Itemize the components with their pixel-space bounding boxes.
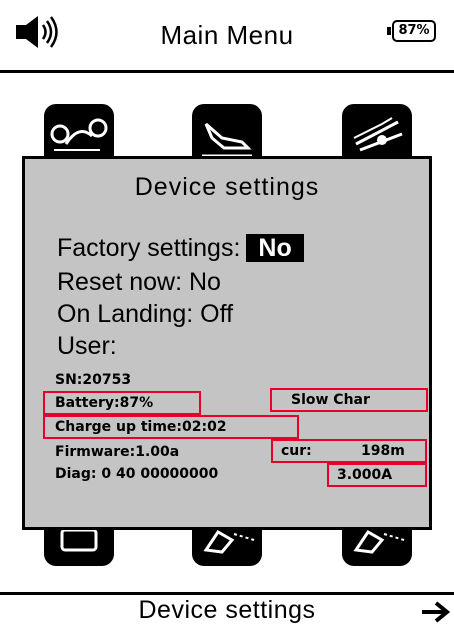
- amperage-value: 3.000A: [337, 467, 393, 483]
- battery-tip: [387, 27, 391, 35]
- user-row[interactable]: User:: [57, 331, 117, 361]
- battery-indicator: 87%: [387, 20, 444, 46]
- battery-level: 87%: [392, 20, 436, 42]
- diagnostics: Diag: 0 40 00000000: [55, 466, 219, 482]
- device-settings-dialog: Device settings Factory settings: No Rese…: [22, 156, 432, 530]
- factory-settings-label: Factory settings:: [57, 234, 241, 262]
- factory-settings-row[interactable]: Factory settings: No: [57, 233, 304, 263]
- header: Main Menu 87%: [0, 0, 454, 70]
- factory-settings-value[interactable]: No: [246, 234, 304, 262]
- on-landing-row[interactable]: On Landing: Off: [57, 299, 233, 329]
- serial-number: SN:20753: [55, 372, 132, 388]
- charge-up-time: Charge up time:02:02: [55, 419, 227, 435]
- charge-mode: Slow Char: [291, 392, 370, 408]
- footer-divider: [0, 592, 454, 595]
- firmware-version: Firmware:1.00a: [55, 444, 180, 460]
- battery-status: Battery:87%: [55, 395, 154, 411]
- current-value: 198m: [361, 443, 405, 459]
- header-divider: [0, 70, 454, 73]
- reset-now-row[interactable]: Reset now: No: [57, 267, 221, 297]
- dialog-title: Device settings: [134, 173, 320, 201]
- footer-label: Device settings: [138, 596, 316, 624]
- arrow-right-icon[interactable]: [420, 600, 450, 624]
- current-label: cur:: [281, 443, 312, 459]
- page-title: Main Menu: [160, 20, 294, 50]
